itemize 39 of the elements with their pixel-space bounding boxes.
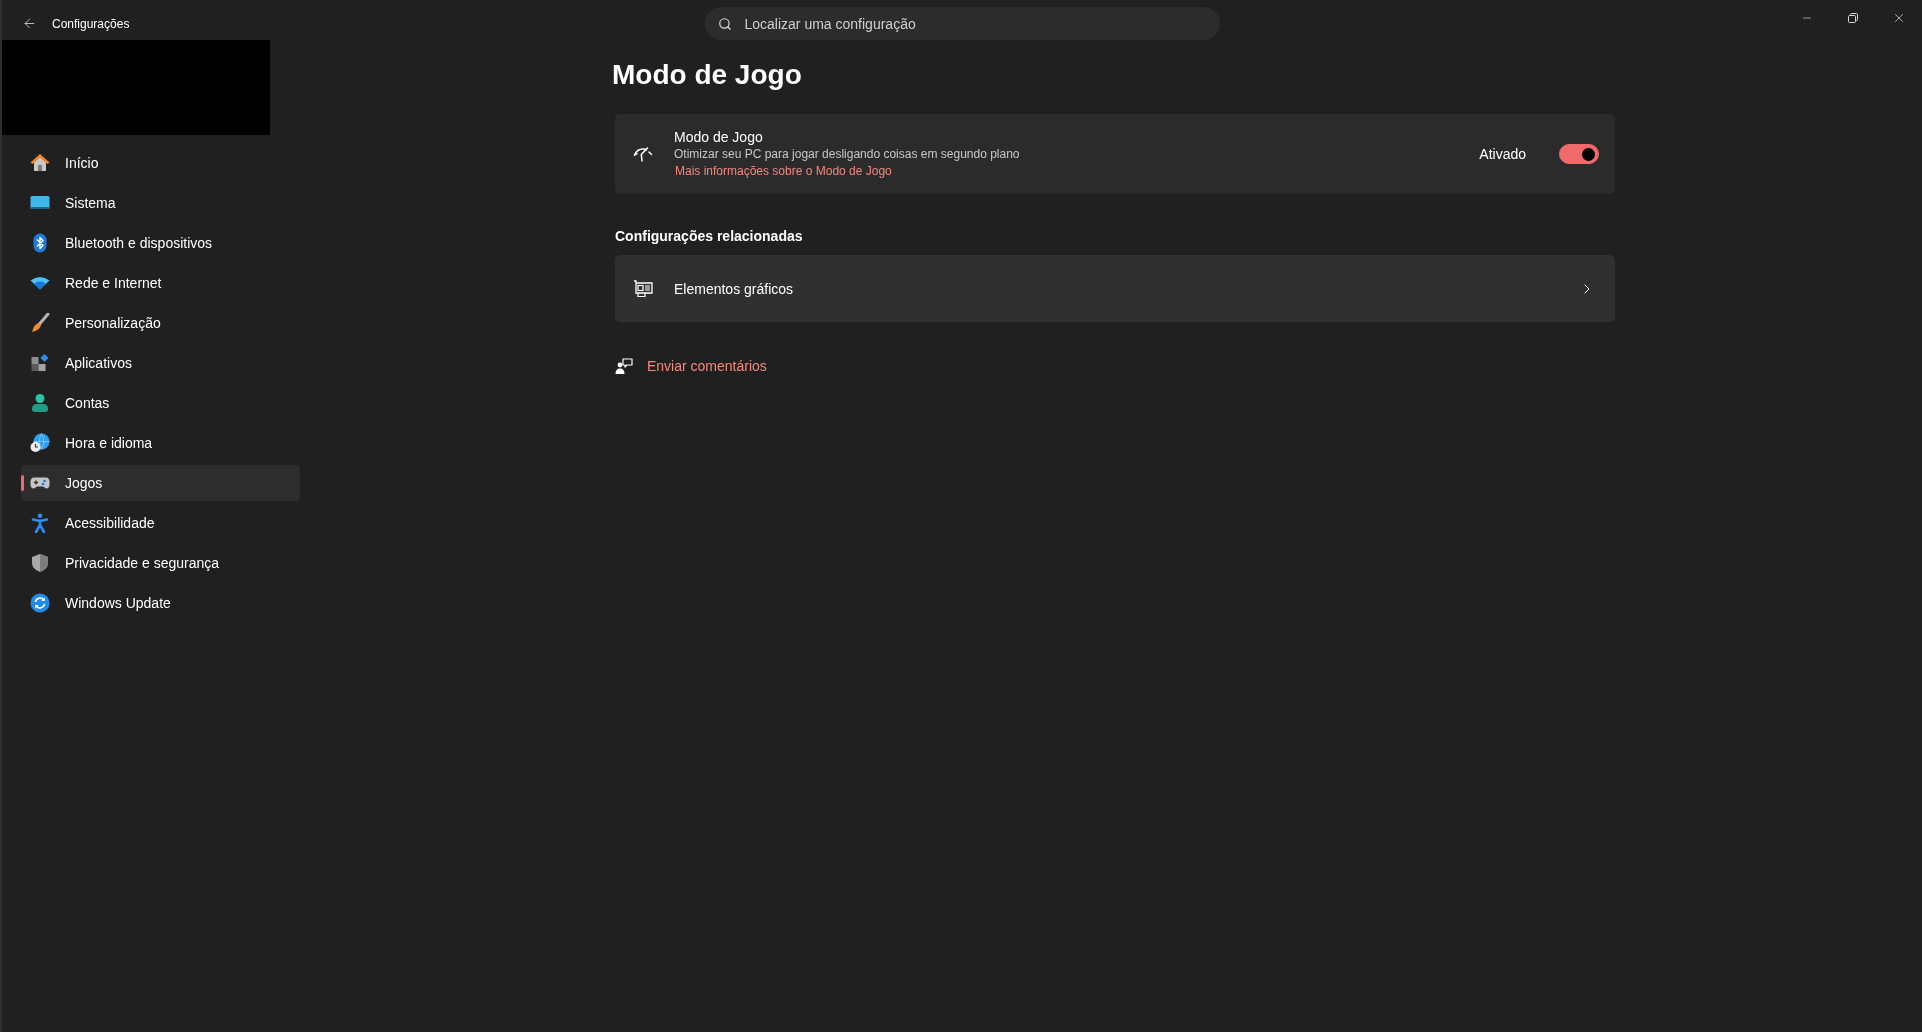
learn-more-link[interactable]: Mais informações sobre o Modo de Jogo [675,163,892,180]
back-icon [21,16,37,31]
house-icon [30,153,50,173]
gauge-icon [633,146,653,162]
setting-description: Otimizar seu PC para jogar desligando coisas em segundo plano [674,146,1020,163]
sidebar-item[interactable]: Início [21,145,300,181]
sidebar-item[interactable]: Sistema [21,185,300,221]
shield-icon [30,553,50,573]
toggle-switch[interactable] [1559,144,1599,164]
graphics-card-icon [633,279,653,298]
feedback-link[interactable]: Enviar comentários [615,358,767,374]
related-setting-row[interactable]: Elementos gráficos [615,255,1615,322]
search-field[interactable]: Localizar uma configuração [704,7,1220,40]
sidebar-item[interactable]: Acessibilidade [21,505,300,541]
page-title: Modo de Jogo [612,58,802,92]
toggle-state-label: Ativado [1479,146,1526,162]
feedback-icon [615,358,633,374]
setting-title: Modo de Jogo [674,128,763,146]
paintbrush-icon [30,313,50,333]
window-title: Configurações [52,16,130,31]
close-icon [1892,11,1906,25]
sidebar-item[interactable]: Rede e Internet [21,265,300,301]
apps-icon [30,353,50,373]
sidebar-item[interactable]: Contas [21,385,300,421]
selection-indicator [21,475,24,491]
sidebar-item[interactable]: Jogos [21,465,300,501]
search-icon [717,17,732,31]
restore-icon [1848,13,1858,23]
section-heading: Configurações relacionadas [615,227,803,245]
person-icon [30,393,50,413]
sidebar-item[interactable]: Bluetooth e dispositivos [21,225,300,261]
sidebar-item[interactable]: Aplicativos [21,345,300,381]
sidebar-item[interactable]: Personalização [21,305,300,341]
sidebar-item[interactable]: Hora e idioma [21,425,300,461]
sidebar-item[interactable]: Windows Update [21,585,300,621]
accessibility-icon [30,513,50,533]
refresh-icon [30,593,50,613]
sidebar-item[interactable]: Privacidade e segurança [21,545,300,581]
globe-clock-icon [30,433,50,453]
